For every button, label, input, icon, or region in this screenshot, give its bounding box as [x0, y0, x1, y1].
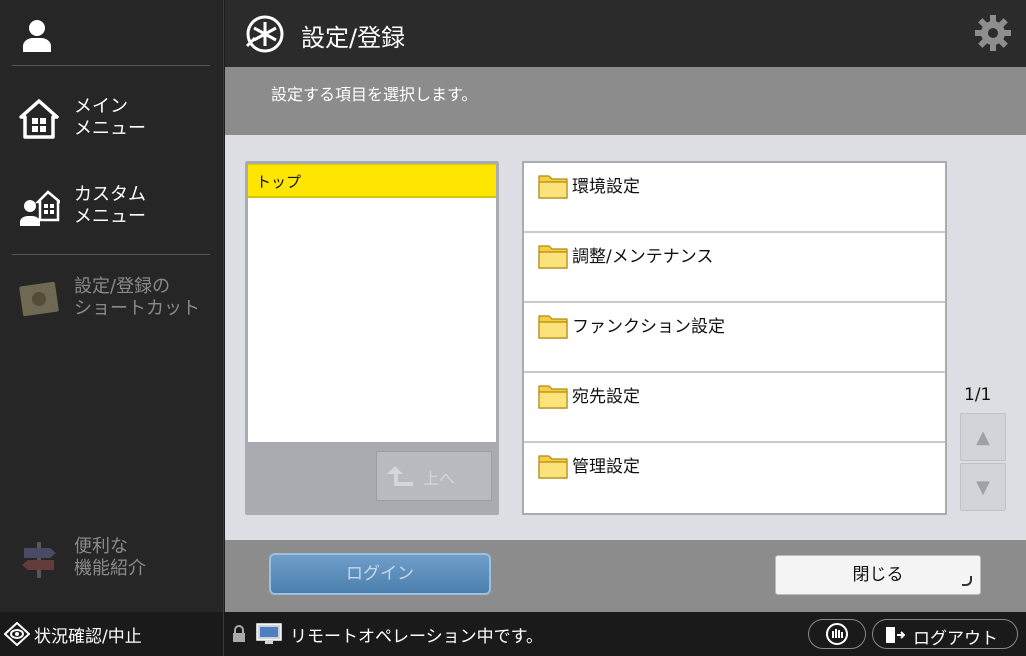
sidebar: メイン メニュー カスタム メニュー 設定/登録の ショートカット 便利な 機能…: [0, 0, 224, 612]
folder-icon: [538, 175, 568, 199]
sidebar-item-label: 設定/登録の ショートカット: [74, 276, 200, 319]
sidebar-item-main-menu[interactable]: メイン メニュー: [12, 84, 212, 154]
list-item-label: 宛先設定: [572, 387, 640, 407]
instruction-band: 設定する項目を選択します。: [225, 67, 1026, 135]
up-arrow-icon: [387, 466, 413, 486]
logout-button[interactable]: ログアウト: [872, 619, 1018, 649]
sidebar-item-label: カスタム メニュー: [74, 184, 146, 227]
list-item-label: 環境設定: [572, 177, 640, 197]
up-button[interactable]: 上へ: [376, 451, 492, 501]
gear-icon[interactable]: [974, 14, 1012, 52]
triangle-up-icon: ▲: [976, 427, 990, 448]
user-home-icon: [20, 190, 60, 226]
sidebar-item-custom-menu[interactable]: カスタム メニュー: [12, 172, 212, 242]
close-button[interactable]: 閉じる: [775, 555, 981, 595]
monitor-icon: [256, 623, 282, 644]
folder-icon: [538, 455, 568, 479]
user-button[interactable]: [12, 10, 210, 66]
logout-door-icon: [886, 627, 905, 643]
list-item[interactable]: 管理設定: [524, 443, 945, 513]
settings-register-icon: [245, 15, 284, 53]
list-item[interactable]: 環境設定: [524, 163, 945, 233]
list-item[interactable]: ファンクション設定: [524, 303, 945, 373]
instruction-text: 設定する項目を選択します。: [271, 85, 478, 104]
login-button[interactable]: ログイン: [269, 553, 491, 595]
user-icon: [23, 20, 51, 52]
list-item[interactable]: 調整/メンテナンス: [524, 233, 945, 303]
settings-list: 環境設定 調整/メンテナンス ファンクション設定 宛先設定 管理設定: [522, 161, 947, 515]
lock-icon: [233, 625, 245, 642]
folder-icon: [538, 245, 568, 269]
settings-card-icon: [19, 281, 59, 317]
list-item-label: 調整/メンテナンス: [572, 247, 714, 267]
page-indicator: 1/1: [964, 385, 992, 405]
home-icon: [19, 99, 59, 139]
logout-label: ログアウト: [913, 629, 998, 649]
close-button-label: 閉じる: [852, 565, 904, 585]
list-item-label: 管理設定: [572, 457, 640, 477]
status-monitor-label: 状況確認/中止: [34, 627, 142, 647]
signpost-icon: [22, 542, 56, 578]
tree-panel: トップ 上へ: [245, 161, 499, 515]
sidebar-item-label: メイン メニュー: [74, 96, 146, 139]
list-item[interactable]: 宛先設定: [524, 373, 945, 443]
page-title: 設定/登録: [301, 24, 406, 52]
up-button-label: 上へ: [423, 469, 456, 488]
scroll-down-button[interactable]: ▼: [960, 463, 1006, 511]
scroll-up-button[interactable]: ▲: [960, 413, 1006, 461]
status-monitor-button[interactable]: 状況確認/中止: [0, 612, 224, 656]
list-item-label: ファンクション設定: [572, 317, 725, 337]
status-message-text: リモートオペレーション中です。: [290, 627, 543, 647]
sidebar-item-label: 便利な 機能紹介: [74, 536, 146, 579]
folder-icon: [538, 315, 568, 339]
status-eye-icon: [4, 622, 30, 646]
triangle-down-icon: ▼: [976, 477, 990, 498]
sidebar-item-feature-intro[interactable]: 便利な 機能紹介: [12, 524, 212, 594]
enter-corner-icon: [962, 576, 972, 586]
tree-list: トップ: [248, 164, 496, 442]
action-bar: ログイン 閉じる: [225, 540, 1026, 612]
header: 設定/登録: [225, 0, 1026, 67]
tree-node-top[interactable]: トップ: [248, 164, 496, 198]
sidebar-divider: [12, 254, 210, 255]
status-bar: 状況確認/中止 リモートオペレーション中です。 ログアウト: [0, 612, 1026, 656]
remote-hand-icon: [826, 623, 848, 645]
remote-operation-button[interactable]: [808, 619, 866, 649]
sidebar-item-settings-shortcut[interactable]: 設定/登録の ショートカット: [12, 264, 212, 334]
main-panel: トップ 上へ 環境設定 調整/メンテナンス ファンクション設定 宛先設定 管理設…: [225, 135, 1026, 540]
folder-icon: [538, 385, 568, 409]
